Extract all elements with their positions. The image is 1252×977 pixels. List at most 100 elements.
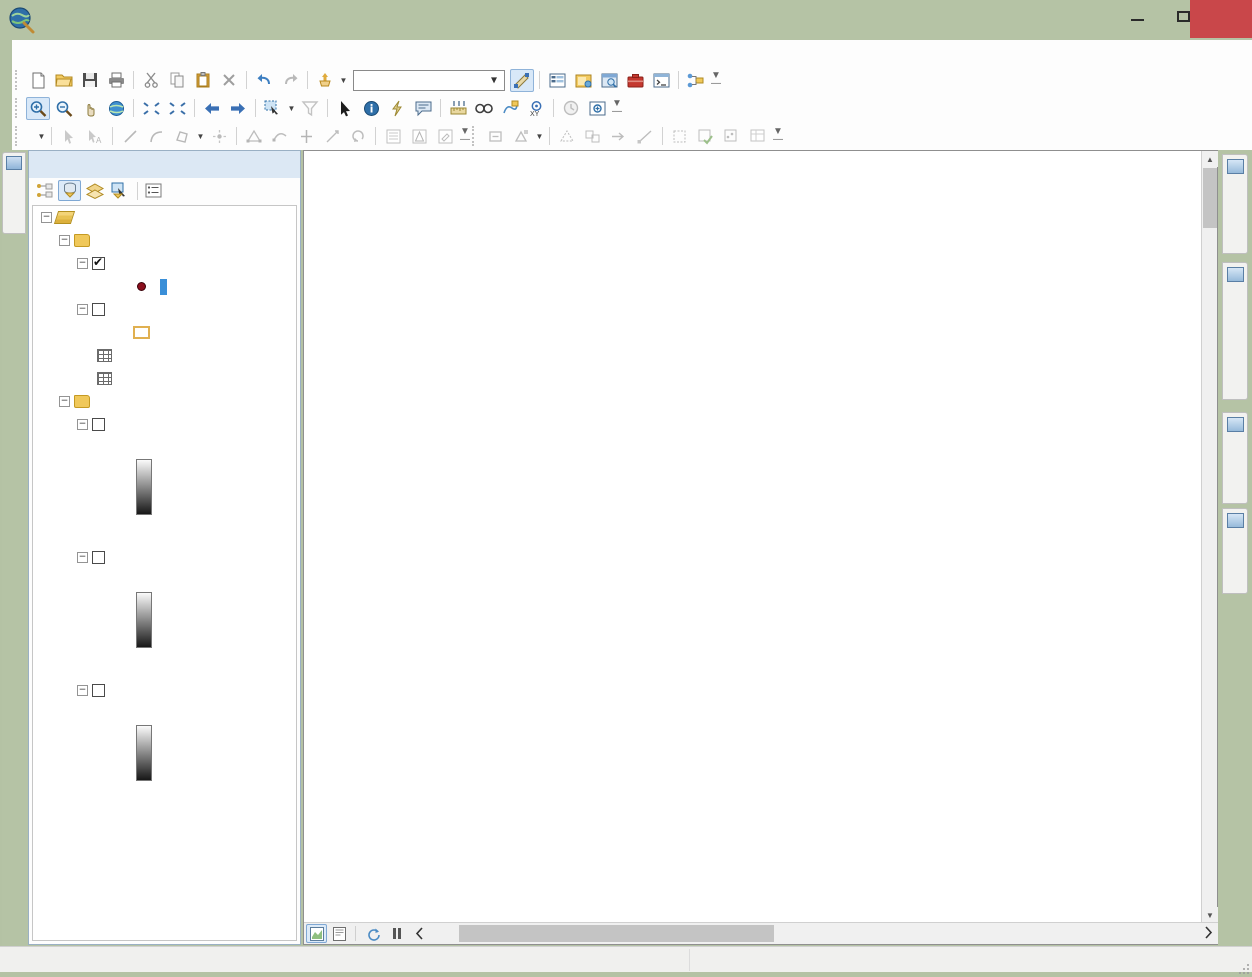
cut-icon[interactable] — [139, 69, 163, 92]
validate-features-icon[interactable] — [694, 125, 718, 148]
expander-icon[interactable]: − — [77, 685, 88, 696]
scroll-up-icon[interactable]: ▲ — [1202, 151, 1218, 167]
previous-page-icon[interactable] — [409, 924, 430, 943]
print-icon[interactable] — [104, 69, 128, 92]
reshape-feature-icon[interactable] — [268, 125, 292, 148]
delete-icon[interactable] — [217, 69, 241, 92]
minimize-button[interactable] — [1114, 0, 1160, 32]
chevron-down-icon[interactable]: ▼ — [484, 75, 504, 86]
search-window-icon[interactable] — [597, 69, 621, 92]
model-builder-icon[interactable] — [684, 69, 708, 92]
point-construction-icon[interactable] — [207, 125, 231, 148]
arc-segment-icon[interactable] — [144, 125, 168, 148]
rotate-icon[interactable] — [346, 125, 370, 148]
toolbar-grip[interactable] — [15, 126, 22, 146]
horizontal-scroll-thumb[interactable] — [459, 925, 774, 942]
select-dropdown-icon[interactable]: ▼ — [286, 97, 297, 120]
cut-polygons-icon[interactable] — [294, 125, 318, 148]
tree-node-raster-sichuan-dem-tif[interactable]: − — [33, 546, 296, 569]
sketch-properties-icon[interactable] — [407, 125, 431, 148]
next-page-icon[interactable] — [1203, 925, 1214, 942]
scroll-down-icon[interactable]: ▼ — [1202, 907, 1218, 923]
dock-tab-attributes[interactable] — [1222, 154, 1248, 254]
vertical-scroll-thumb[interactable] — [1203, 168, 1217, 228]
layer-visibility-checkbox[interactable] — [92, 418, 105, 431]
add-data-dropdown-icon[interactable]: ▼ — [338, 69, 349, 92]
zoom-out-icon[interactable] — [52, 97, 76, 120]
tree-node-folder-temp2[interactable]: − — [33, 390, 296, 413]
menu-item-selection[interactable] — [122, 51, 144, 55]
toolbar-overflow-icon[interactable]: ▼ — — [773, 127, 783, 145]
edit-tool-icon[interactable] — [57, 125, 81, 148]
expander-icon[interactable]: − — [77, 304, 88, 315]
data-view-icon[interactable] — [306, 924, 327, 943]
open-map-icon[interactable] — [52, 69, 76, 92]
zoom-in-icon[interactable] — [26, 96, 50, 120]
arctoolbox-icon[interactable] — [623, 69, 647, 92]
identify-icon[interactable] — [359, 97, 383, 120]
toc-layer-tree[interactable]: − − − − — [32, 205, 297, 941]
pan-icon[interactable] — [78, 97, 102, 120]
topology-edit-icon[interactable] — [509, 125, 533, 148]
layer-visibility-checkbox[interactable] — [92, 684, 105, 697]
tree-node-folder-temp[interactable]: − — [33, 229, 296, 252]
expander-icon[interactable]: − — [77, 552, 88, 563]
list-by-visibility-icon[interactable] — [83, 180, 106, 201]
layer-visibility-checkbox[interactable] — [92, 303, 105, 316]
redo-icon[interactable] — [278, 69, 302, 92]
editor-dropdown-icon[interactable]: ▼ — [36, 125, 47, 148]
time-slider-icon[interactable] — [559, 97, 583, 120]
map-data-frame[interactable]: ▲ ▼ — [303, 150, 1219, 945]
map-scale-combo[interactable]: ▼ — [353, 69, 505, 91]
expander-icon[interactable]: − — [77, 258, 88, 269]
tree-node-layer-points[interactable]: − — [33, 252, 296, 275]
trace-icon[interactable] — [170, 125, 194, 148]
edit-annotation-tool-icon[interactable]: A — [83, 125, 107, 148]
menu-item-bookmarks[interactable] — [78, 51, 100, 55]
straight-segment-icon[interactable] — [118, 125, 142, 148]
dock-tab-search[interactable] — [1222, 508, 1248, 594]
menu-item-insert[interactable] — [100, 51, 122, 55]
toolbar-grip[interactable] — [15, 98, 22, 118]
list-by-drawing-order-icon[interactable] — [33, 180, 56, 201]
menu-item-windows[interactable] — [188, 51, 210, 55]
menu-item-edit[interactable] — [34, 51, 56, 55]
tree-node-layer-polys[interactable]: − — [33, 298, 296, 321]
new-map-icon[interactable] — [26, 69, 50, 92]
modify-feature-icon[interactable] — [555, 125, 579, 148]
options-icon[interactable] — [142, 180, 165, 201]
tree-node-raster-sichuan11[interactable]: − — [33, 679, 296, 702]
menu-item-geoprocessing[interactable] — [144, 51, 166, 55]
layer-visibility-checkbox[interactable] — [92, 255, 105, 270]
undo-icon[interactable] — [252, 69, 276, 92]
toolbar-grip[interactable] — [472, 126, 479, 146]
list-by-source-icon[interactable] — [58, 180, 81, 201]
editor-toolbar-icon[interactable] — [510, 68, 534, 92]
edit-sketch-icon[interactable] — [433, 125, 457, 148]
back-extent-icon[interactable] — [200, 97, 224, 120]
clip-icon[interactable] — [668, 125, 692, 148]
create-viewer-window-icon[interactable] — [585, 97, 609, 120]
list-by-selection-icon[interactable] — [108, 180, 131, 201]
trace-dropdown-icon[interactable]: ▼ — [195, 125, 206, 148]
expander-icon[interactable]: − — [59, 235, 70, 246]
edit-vertices-icon[interactable] — [242, 125, 266, 148]
menu-item-help[interactable] — [210, 51, 232, 55]
measure-icon[interactable] — [446, 97, 470, 120]
expander-icon[interactable]: − — [77, 419, 88, 430]
resize-grip[interactable] — [1238, 963, 1250, 975]
select-elements-icon[interactable] — [333, 97, 357, 120]
parcel-editor-icon[interactable] — [746, 125, 770, 148]
hyperlink-icon[interactable] — [385, 97, 409, 120]
create-features-icon[interactable] — [483, 125, 507, 148]
html-popup-icon[interactable] — [411, 97, 435, 120]
copy-icon[interactable] — [165, 69, 189, 92]
pause-drawing-icon[interactable] — [386, 924, 407, 943]
union-icon[interactable] — [607, 125, 631, 148]
merge-icon[interactable] — [581, 125, 605, 148]
toolbar-grip[interactable] — [15, 70, 22, 90]
tree-node-table-mian-dem[interactable] — [33, 344, 296, 367]
menu-item-file[interactable] — [12, 51, 34, 55]
toolbar-overflow-icon[interactable]: ▼ — — [612, 99, 622, 117]
find-icon[interactable] — [472, 97, 496, 120]
